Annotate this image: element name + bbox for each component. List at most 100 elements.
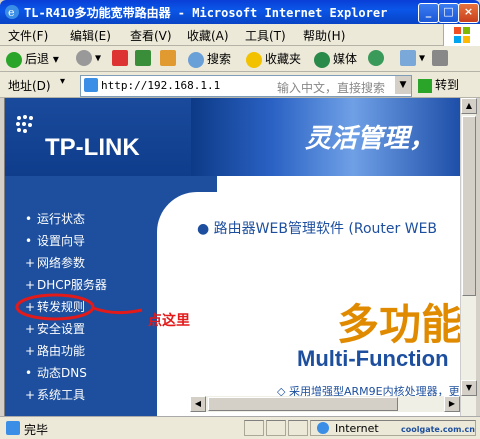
zone-field: Internet coolgate.com.cn [310, 420, 476, 436]
main-heading-text: 路由器WEB管理软件 (Router WEB [213, 221, 438, 237]
bullet-icon: • [25, 212, 33, 226]
nav-label: 路由功能 [37, 344, 86, 358]
forward-button[interactable]: ▾ [76, 50, 101, 66]
media-button[interactable]: 媒体 [314, 50, 357, 68]
page-content: TP-LINK 灵活管理， • 运行状态 • 设置向导 + 网络参数 + DHCP服务器… [4, 98, 460, 416]
forward-arrow-icon [76, 50, 92, 66]
minimize-button[interactable]: _ [418, 3, 439, 23]
annotation-text: 点这里 [148, 313, 190, 329]
plus-icon: + [25, 256, 36, 270]
status-field [288, 420, 308, 436]
nav-item-status[interactable]: • 运行状态 [25, 210, 85, 227]
close-button[interactable]: × [458, 3, 479, 23]
globe-icon [317, 422, 329, 434]
go-arrow-icon [418, 78, 432, 93]
menu-view[interactable]: 查看(V) [130, 27, 172, 44]
history-button[interactable] [368, 50, 387, 66]
menu-edit[interactable]: 编辑(E) [70, 27, 111, 44]
horizontal-scrollbar[interactable]: ◀ ▶ [190, 396, 460, 412]
scroll-right-button[interactable]: ▶ [444, 396, 460, 412]
nav-item-wizard[interactable]: • 设置向导 [25, 232, 85, 249]
address-dropdown-icon[interactable]: ▾ [60, 76, 65, 87]
menu-file[interactable]: 文件(F) [8, 27, 48, 44]
dot-icon: ● [197, 221, 210, 237]
watermark: coolgate.com.cn [401, 425, 475, 434]
page-done-icon [6, 421, 20, 435]
banner: TP-LINK 灵活管理， [5, 98, 460, 176]
nav-label: 运行状态 [37, 212, 86, 226]
home-icon [160, 50, 176, 66]
go-label: 转到 [435, 78, 460, 92]
back-label: 后退 [25, 52, 50, 66]
hscroll-thumb[interactable] [208, 397, 398, 411]
address-bar: 地址(D) ▾ http://192.168.1.1 输入中文，直接搜索 ▼ 转… [0, 72, 480, 98]
annotation-circle [15, 293, 143, 321]
nav-label: 系统工具 [37, 388, 86, 402]
print-button[interactable] [432, 50, 451, 66]
nav-item-system-tools[interactable]: + 系统工具 [25, 386, 85, 403]
nav-label: 设置向导 [37, 234, 86, 248]
back-button[interactable]: 后退 ▾ [6, 50, 59, 68]
status-field [244, 420, 264, 436]
nav-label: 动态DNS [37, 366, 87, 380]
status-field [266, 420, 286, 436]
address-hint: 输入中文，直接搜索 [277, 81, 386, 95]
ie-icon: e [5, 5, 19, 19]
back-arrow-icon [6, 51, 22, 68]
address-url: http://192.168.1.1 [101, 79, 221, 92]
nav-label: DHCP服务器 [37, 278, 107, 292]
favorites-button[interactable]: 收藏夹 [246, 50, 301, 68]
scroll-thumb[interactable] [462, 116, 476, 296]
window-title: TL-R410多功能宽带路由器 - Microsoft Internet Exp… [24, 6, 388, 20]
maximize-button[interactable]: □ [438, 3, 459, 23]
plus-icon: + [25, 344, 36, 358]
stop-button[interactable] [112, 50, 131, 66]
menu-favorites[interactable]: 收藏(A) [187, 27, 229, 44]
search-button[interactable]: 搜索 [188, 50, 231, 68]
status-bar: 完毕 Internet coolgate.com.cn [0, 416, 480, 439]
zone-label: Internet [335, 422, 379, 435]
title-bar[interactable]: e TL-R410多功能宽带路由器 - Microsoft Internet E… [0, 0, 480, 24]
print-icon [432, 50, 448, 66]
bullet-icon: • [25, 366, 33, 380]
search-label: 搜索 [207, 52, 232, 66]
plus-icon: + [25, 278, 36, 292]
toolbar: 后退 ▾ ▾ 搜索 收藏夹 媒体 ▾ [0, 46, 480, 72]
logo-area: TP-LINK [5, 98, 191, 176]
history-icon [368, 50, 384, 66]
tp-link-logo-icon [16, 115, 33, 133]
big-title: 多功能 [337, 300, 460, 349]
bullet-icon: • [25, 234, 33, 248]
mail-icon [400, 50, 416, 66]
scroll-up-button[interactable]: ▲ [461, 98, 477, 114]
nav-item-dhcp[interactable]: + DHCP服务器 [25, 276, 107, 293]
address-input[interactable]: http://192.168.1.1 输入中文，直接搜索 ▼ [80, 75, 412, 97]
menu-bar: 文件(F) 编辑(E) 查看(V) 收藏(A) 工具(T) 帮助(H) [0, 24, 480, 46]
search-icon [188, 51, 204, 68]
refresh-button[interactable] [135, 50, 154, 66]
favorites-label: 收藏夹 [265, 52, 302, 66]
address-label: 地址(D) [8, 79, 51, 93]
svg-text:e: e [8, 6, 15, 19]
menu-help[interactable]: 帮助(H) [303, 27, 345, 44]
menu-tools[interactable]: 工具(T) [245, 27, 286, 44]
page-icon [84, 78, 98, 92]
plus-icon: + [25, 388, 36, 402]
nav-item-network[interactable]: + 网络参数 [25, 254, 85, 271]
banner-slogan: 灵活管理， [305, 124, 436, 154]
tp-link-logo: TP-LINK [45, 134, 140, 161]
nav-item-ddns[interactable]: • 动态DNS [25, 364, 87, 381]
windows-logo-icon [443, 24, 480, 46]
go-button[interactable]: 转到 [418, 76, 459, 93]
scroll-left-button[interactable]: ◀ [190, 396, 206, 412]
mail-button[interactable]: ▾ [400, 50, 425, 66]
scroll-down-button[interactable]: ▼ [461, 380, 477, 396]
subtitle: Multi-Function [297, 346, 449, 371]
home-button[interactable] [160, 50, 179, 66]
address-dropdown-button[interactable]: ▼ [395, 76, 411, 94]
main-panel: ● 路由器WEB管理软件 (Router WEB 多功能 Multi-Funct… [157, 176, 460, 416]
vertical-scrollbar[interactable]: ▲ ▼ [460, 98, 477, 416]
nav-item-routing[interactable]: + 路由功能 [25, 342, 85, 359]
nav-label: 网络参数 [37, 256, 86, 270]
media-icon [314, 51, 330, 68]
